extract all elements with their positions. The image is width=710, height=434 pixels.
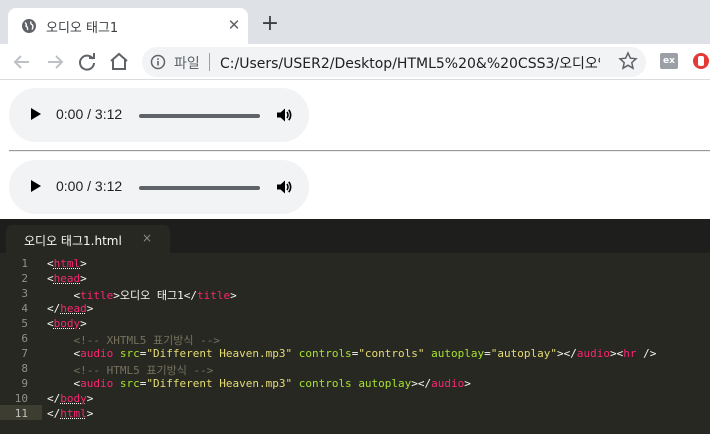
browser-toolbar: 파일 C:/Users/USER2/Desktop/HTML5%20&%20CS… bbox=[0, 44, 710, 80]
code-line[interactable]: </html> bbox=[47, 407, 93, 420]
code-line[interactable]: <title>오디오 태그1</title> bbox=[47, 287, 237, 303]
volume-icon[interactable] bbox=[275, 106, 293, 124]
line-number-gutter: 1 2 3 4 5 6 7 8 9 10 11 bbox=[0, 255, 42, 434]
line-number: 8 bbox=[21, 362, 28, 375]
tab-title: 오디오 태그1 bbox=[46, 21, 119, 36]
code-line[interactable]: </head> bbox=[47, 302, 93, 315]
line-number: 7 bbox=[21, 347, 28, 360]
line-number: 6 bbox=[21, 332, 28, 345]
browser-tab[interactable]: 오디오 태그1 ✕ bbox=[8, 8, 248, 44]
audio-player[interactable]: 0:00 / 3:12 bbox=[9, 88, 309, 142]
star-icon[interactable] bbox=[618, 51, 638, 71]
line-number: 9 bbox=[21, 377, 28, 390]
audio-player[interactable]: 0:00 / 3:12 bbox=[9, 160, 309, 214]
volume-icon[interactable] bbox=[275, 178, 293, 196]
code-line[interactable]: </body> bbox=[47, 392, 93, 405]
back-icon[interactable] bbox=[10, 50, 34, 74]
editor-tab-bar: 오디오 태그1.html × bbox=[0, 219, 710, 253]
line-number: 2 bbox=[21, 272, 28, 285]
editor-tab[interactable]: 오디오 태그1.html × bbox=[6, 225, 170, 253]
code-line[interactable]: <audio src="Different Heaven.mp3" contro… bbox=[47, 377, 471, 390]
address-separator bbox=[209, 53, 210, 71]
reload-icon[interactable] bbox=[75, 50, 99, 74]
browser-tab-strip: 오디오 태그1 ✕ + bbox=[0, 0, 710, 44]
code-line[interactable]: <html> bbox=[47, 257, 87, 270]
line-number: 1 bbox=[21, 257, 28, 270]
code-line[interactable]: <head> bbox=[47, 272, 87, 285]
extension-stop-icon[interactable] bbox=[692, 52, 710, 70]
line-number: 5 bbox=[21, 317, 28, 330]
code-line[interactable]: <!-- XHTML5 표기방식 --> bbox=[47, 332, 220, 348]
code-line[interactable]: <!-- HTML5 표기방식 --> bbox=[47, 362, 214, 378]
time-display: 0:00 / 3:12 bbox=[56, 178, 123, 194]
close-icon[interactable]: ✕ bbox=[226, 17, 242, 33]
new-tab-button[interactable]: + bbox=[258, 13, 282, 37]
info-icon[interactable] bbox=[150, 54, 166, 70]
play-icon[interactable] bbox=[31, 108, 41, 120]
extension-icon[interactable]: ex bbox=[660, 53, 678, 69]
editor-tab-title: 오디오 태그1.html bbox=[24, 234, 122, 248]
line-number: 4 bbox=[21, 302, 28, 315]
address-url[interactable]: C:/Users/USER2/Desktop/HTML5%20&%20CSS3/… bbox=[220, 53, 600, 73]
forward-icon[interactable] bbox=[43, 50, 67, 74]
line-number: 11 bbox=[14, 407, 28, 420]
globe-icon bbox=[22, 19, 36, 33]
home-icon[interactable] bbox=[107, 50, 131, 74]
address-scheme: 파일 bbox=[174, 56, 200, 72]
code-editor: 오디오 태그1.html × 1 2 3 4 5 6 7 8 9 10 11 <… bbox=[0, 219, 710, 434]
code-line[interactable]: <body> bbox=[47, 317, 87, 330]
seek-slider[interactable] bbox=[139, 186, 260, 190]
play-icon[interactable] bbox=[31, 180, 41, 192]
seek-slider[interactable] bbox=[139, 114, 260, 118]
line-number: 3 bbox=[21, 287, 28, 300]
close-icon[interactable]: × bbox=[142, 231, 152, 245]
code-area[interactable]: <html> <head> <title>오디오 태그1</title> </hea… bbox=[47, 255, 710, 434]
horizontal-rule bbox=[9, 150, 710, 152]
code-line[interactable]: <audio src="Different Heaven.mp3" contro… bbox=[47, 347, 657, 360]
time-display: 0:00 / 3:12 bbox=[56, 106, 123, 122]
line-number: 10 bbox=[14, 392, 28, 405]
address-bar[interactable]: 파일 C:/Users/USER2/Desktop/HTML5%20&%20CS… bbox=[142, 47, 646, 77]
page-content: 0:00 / 3:12 0:00 / 3:12 bbox=[0, 81, 710, 219]
